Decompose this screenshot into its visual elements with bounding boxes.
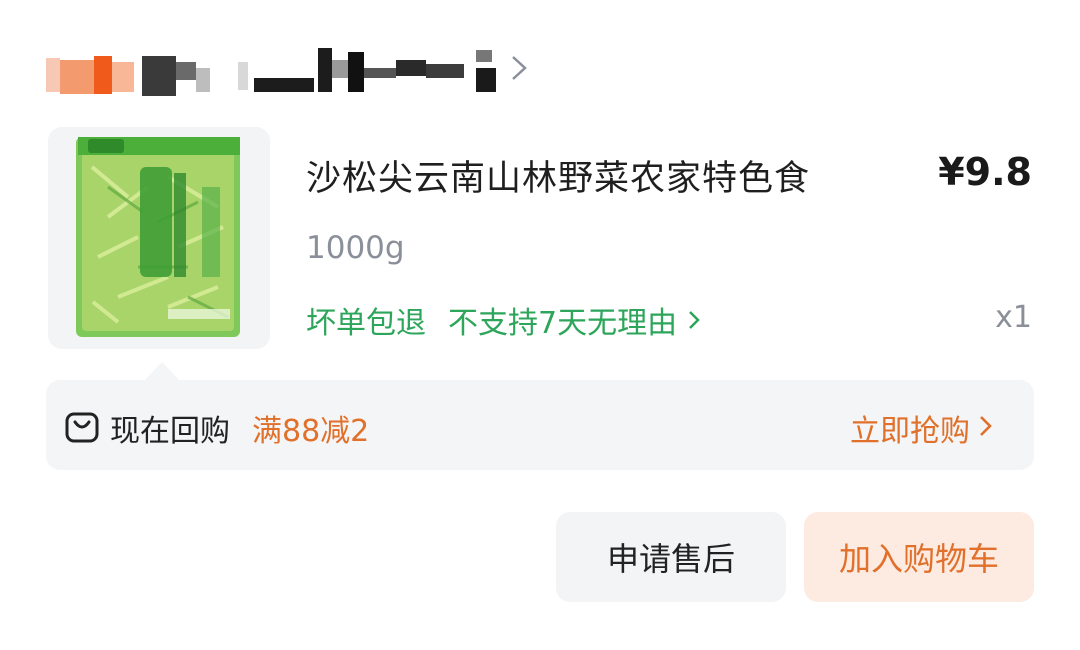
buy-now-link[interactable]: 立即抢购 bbox=[850, 406, 970, 450]
shopping-bag-icon bbox=[65, 412, 99, 443]
after-sale-button[interactable]: 申请售后 bbox=[556, 512, 786, 602]
repurchase-promo: 满88减2 bbox=[252, 414, 370, 449]
bubble-pointer bbox=[145, 362, 179, 380]
product-title[interactable]: 沙松尖云南山林野菜农家特色食 bbox=[306, 150, 810, 201]
product-spec: 1000g bbox=[306, 230, 405, 266]
service-tag-no-return: 不支持7天无理由 bbox=[448, 306, 678, 341]
chevron-right-icon[interactable] bbox=[508, 52, 530, 84]
chevron-right-icon[interactable] bbox=[978, 413, 994, 439]
add-to-cart-button[interactable]: 加入购物车 bbox=[804, 512, 1034, 602]
store-name-redacted[interactable] bbox=[46, 46, 546, 96]
product-price: ¥9.8 bbox=[938, 150, 1032, 194]
service-tag-damage-refund: 坏单包退 bbox=[306, 306, 426, 341]
product-quantity: x1 bbox=[995, 300, 1032, 335]
vegetable-package-image bbox=[48, 127, 270, 349]
repurchase-banner[interactable]: 现在回购 满88减2 立即抢购 bbox=[46, 380, 1034, 470]
product-image[interactable] bbox=[48, 127, 270, 349]
service-tags[interactable]: 坏单包退 不支持7天无理由 bbox=[306, 298, 701, 342]
repurchase-label: 现在回购 bbox=[110, 414, 230, 449]
chevron-right-icon bbox=[689, 311, 700, 329]
